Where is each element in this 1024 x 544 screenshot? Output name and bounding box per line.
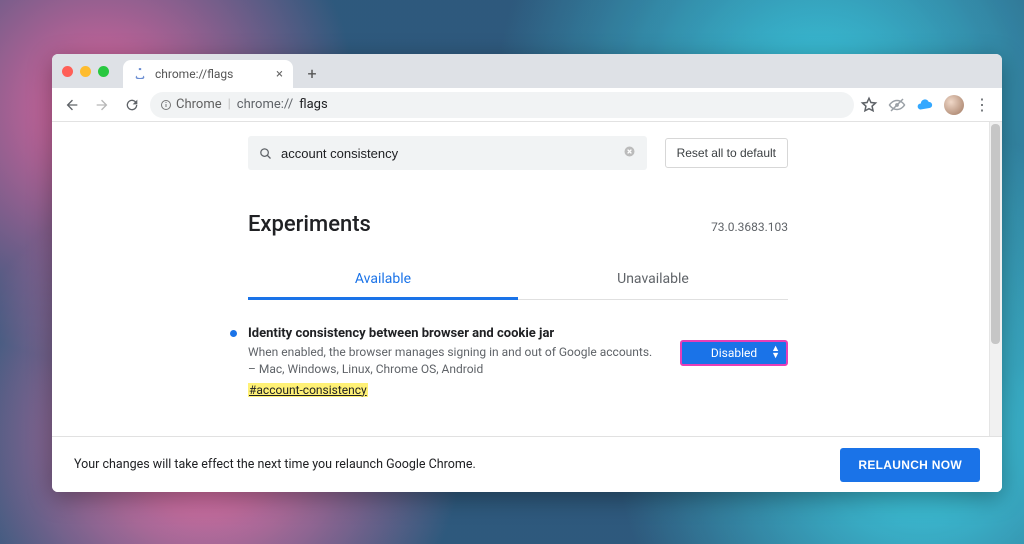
- extension-eye-icon[interactable]: [888, 96, 906, 114]
- chrome-window: chrome://flags × + Chrome | chrome://fla…: [52, 54, 1002, 492]
- page-title: Experiments: [248, 212, 371, 237]
- flag-title: Identity consistency between browser and…: [248, 326, 662, 341]
- flag-status-value: Disabled: [711, 346, 757, 360]
- flags-search-input[interactable]: [281, 146, 614, 161]
- search-icon: [258, 146, 273, 161]
- toolbar-right: ⋮: [860, 95, 994, 115]
- flags-search-box[interactable]: [248, 136, 647, 170]
- flask-icon: [133, 67, 147, 81]
- flag-status-dropdown[interactable]: Disabled ▲▼: [680, 340, 788, 366]
- tab-available[interactable]: Available: [248, 261, 518, 300]
- flags-tabs: Available Unavailable: [248, 261, 788, 300]
- search-row: Reset all to default: [248, 136, 788, 170]
- version-label: 73.0.3683.103: [711, 220, 788, 234]
- close-window-dot[interactable]: [62, 66, 73, 77]
- clear-search-icon[interactable]: [622, 144, 637, 163]
- reset-all-button[interactable]: Reset all to default: [665, 138, 788, 168]
- url-prefix: chrome://: [237, 97, 293, 112]
- secure-label: Chrome: [176, 97, 222, 112]
- maximize-window-dot[interactable]: [98, 66, 109, 77]
- flag-anchor-link[interactable]: #account-consistency: [248, 383, 368, 397]
- new-tab-button[interactable]: +: [299, 60, 325, 86]
- toolbar: Chrome | chrome:// flags ⋮: [52, 88, 1002, 122]
- url-path: flags: [299, 97, 327, 112]
- relaunch-banner: Your changes will take effect the next t…: [52, 436, 1002, 492]
- flag-description: When enabled, the browser manages signin…: [248, 344, 662, 379]
- menu-kebab-icon[interactable]: ⋮: [974, 95, 990, 114]
- minimize-window-dot[interactable]: [80, 66, 91, 77]
- dropdown-arrows-icon: ▲▼: [771, 346, 780, 360]
- banner-text: Your changes will take effect the next t…: [74, 457, 476, 472]
- flag-row: Identity consistency between browser and…: [248, 326, 788, 398]
- info-icon: [160, 99, 172, 111]
- scrollbar-thumb[interactable]: [991, 124, 1000, 344]
- forward-button[interactable]: [90, 93, 114, 117]
- window-controls: [62, 54, 123, 88]
- tab-close-icon[interactable]: ×: [276, 68, 283, 81]
- reload-button[interactable]: [120, 93, 144, 117]
- changed-indicator-dot: [230, 330, 237, 337]
- cloud-icon[interactable]: [916, 96, 934, 114]
- relaunch-button[interactable]: RELAUNCH NOW: [840, 448, 980, 482]
- tab-strip: chrome://flags × +: [52, 54, 1002, 88]
- star-icon[interactable]: [860, 96, 878, 114]
- omnibox-divider: |: [228, 97, 231, 112]
- secure-chip: Chrome: [160, 97, 222, 112]
- content-area: Reset all to default Experiments 73.0.36…: [52, 122, 1002, 492]
- tab-title: chrome://flags: [155, 67, 233, 81]
- back-button[interactable]: [60, 93, 84, 117]
- tab-unavailable[interactable]: Unavailable: [518, 261, 788, 299]
- profile-avatar[interactable]: [944, 95, 964, 115]
- address-bar[interactable]: Chrome | chrome:// flags: [150, 92, 854, 118]
- browser-tab[interactable]: chrome://flags ×: [123, 60, 293, 88]
